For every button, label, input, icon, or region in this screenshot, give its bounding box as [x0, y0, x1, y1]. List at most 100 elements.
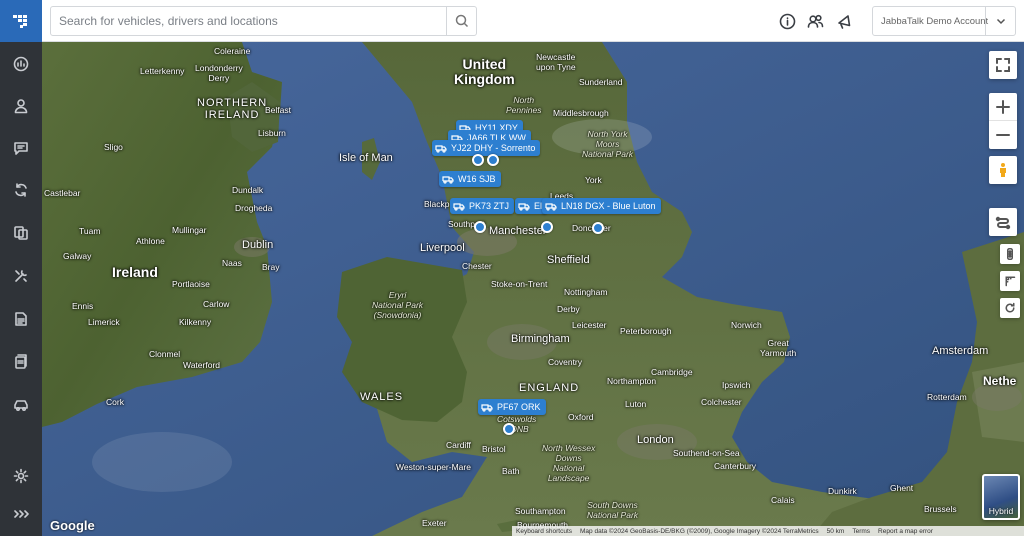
label-wales: WALES — [360, 391, 404, 403]
sidebar-item-reports[interactable] — [0, 302, 42, 336]
refresh-button[interactable] — [1000, 298, 1020, 318]
map-footer: Keyboard shortcuts Map data ©2024 GeoBas… — [512, 526, 1024, 536]
expand-icon — [14, 510, 29, 518]
plus-icon — [996, 99, 1010, 114]
label-netherlands: Nethe — [983, 374, 1017, 388]
map-canvas[interactable]: United Kingdom NORTHERN IRELAND Ireland … — [42, 42, 1024, 536]
van-icon — [435, 145, 447, 153]
zoom-out-button[interactable] — [989, 121, 1017, 149]
label-tuam: Tuam — [79, 226, 101, 236]
tools-icon — [15, 270, 27, 282]
label-manchester: Manchester — [489, 225, 547, 237]
announcements-button[interactable] — [834, 11, 854, 31]
route-button[interactable] — [989, 208, 1017, 236]
label-galway: Galway — [63, 251, 92, 261]
keyboard-shortcuts-link[interactable]: Keyboard shortcuts — [512, 528, 576, 535]
label-north-york-moors: North York Moors National Park — [582, 129, 634, 159]
zoom-in-button[interactable] — [989, 93, 1017, 121]
info-button[interactable] — [777, 11, 797, 31]
vehicle-pin[interactable] — [474, 221, 486, 233]
label-naas: Naas — [222, 258, 242, 268]
label-oxford: Oxford — [568, 412, 594, 422]
report-error-link[interactable]: Report a map error — [874, 528, 937, 535]
vehicle-pin[interactable] — [487, 154, 499, 166]
map-type-toggle[interactable]: Hybrid — [982, 474, 1020, 520]
vehicle-label[interactable]: PF67 ORK — [478, 399, 546, 415]
users-button[interactable] — [805, 11, 825, 31]
label-sheffield: Sheffield — [547, 254, 590, 266]
label-dundalk: Dundalk — [232, 185, 264, 195]
vehicle-pin[interactable] — [472, 154, 484, 166]
reports-icon — [15, 312, 27, 326]
sidebar-item-dashboard[interactable] — [0, 47, 42, 81]
vehicle-label[interactable]: LN18 DGX - Blue Luton — [542, 198, 661, 214]
app-logo[interactable] — [0, 0, 42, 42]
label-southend: Southend-on-Sea — [673, 448, 740, 458]
dashboard-icon — [13, 56, 29, 72]
sidebar-item-tools[interactable] — [0, 259, 42, 293]
sidebar-expand-button[interactable] — [0, 497, 42, 531]
scale-bar[interactable]: 50 km — [823, 528, 849, 535]
sidebar-item-settings[interactable] — [0, 459, 42, 493]
vehicle-pin[interactable] — [503, 423, 515, 435]
vehicles-icon — [14, 400, 28, 412]
sidebar-item-vehicles[interactable] — [0, 388, 42, 422]
label-mullingar: Mullingar — [172, 225, 207, 235]
label-united-kingdom: United Kingdom — [454, 56, 515, 87]
account-selector[interactable]: JabbaTalk Demo Account — [872, 6, 1016, 36]
fullscreen-button[interactable] — [989, 51, 1017, 79]
documents-icon — [14, 226, 28, 240]
traffic-button[interactable] — [1000, 244, 1020, 264]
label-letterkenny: Letterkenny — [140, 66, 185, 76]
route-icon — [995, 216, 1011, 230]
info-icon — [779, 13, 795, 29]
label-ireland: Ireland — [112, 264, 158, 280]
van-icon — [481, 404, 493, 412]
fullscreen-icon — [996, 58, 1010, 72]
label-liverpool: Liverpool — [420, 242, 465, 254]
account-dropdown-toggle[interactable] — [985, 7, 1015, 35]
label-luton: Luton — [625, 399, 647, 409]
terms-link[interactable]: Terms — [848, 528, 874, 535]
label-bath: Bath — [502, 466, 520, 476]
label-athlone: Athlone — [136, 236, 165, 246]
sidebar-item-documents[interactable] — [0, 216, 42, 250]
label-newcastle: Newcastle upon Tyne — [536, 52, 576, 72]
label-leicester: Leicester — [572, 320, 607, 330]
vehicle-label[interactable]: YJ22 DHY - Sorrento — [432, 140, 541, 156]
label-peterborough: Peterborough — [620, 326, 672, 336]
vehicle-pin[interactable] — [592, 222, 604, 234]
label-snowdonia: Eryri National Park (Snowdonia) — [372, 290, 424, 320]
label-south-downs: South Downs National Park — [587, 500, 639, 520]
sidebar-item-sync[interactable] — [0, 173, 42, 207]
label-bray: Bray — [262, 262, 280, 272]
vehicle-pin[interactable] — [541, 221, 553, 233]
label-brussels: Brussels — [924, 504, 957, 514]
measure-button[interactable] — [1000, 271, 1020, 291]
search-button[interactable] — [446, 7, 476, 35]
label-castlebar: Castlebar — [44, 188, 81, 198]
label-ghent: Ghent — [890, 483, 914, 493]
search-icon — [455, 14, 468, 28]
label-ipswich: Ipswich — [722, 380, 751, 390]
files-icon — [15, 354, 27, 369]
sidebar-item-files[interactable] — [0, 345, 42, 379]
street-view-button[interactable] — [989, 156, 1017, 184]
search-input[interactable] — [51, 7, 447, 35]
van-icon — [453, 203, 465, 211]
label-england: ENGLAND — [519, 382, 580, 394]
label-londonderry: Londonderry Derry — [195, 63, 243, 83]
vehicle-label[interactable]: W16 SJB — [439, 171, 501, 187]
sidebar-item-drivers[interactable] — [0, 89, 42, 123]
label-belfast: Belfast — [265, 105, 291, 115]
label-northampton: Northampton — [607, 376, 657, 386]
driver-icon — [14, 99, 28, 114]
van-icon — [442, 176, 454, 184]
label-north-wessex: North Wessex Downs National Landscape — [542, 443, 596, 483]
label-sligo: Sligo — [104, 142, 123, 152]
vehicle-label[interactable]: PK73 ZTJ — [450, 198, 515, 214]
label-chester: Chester — [462, 261, 492, 271]
label-cork: Cork — [106, 397, 124, 407]
minus-icon — [996, 134, 1010, 136]
sidebar-item-messages[interactable] — [0, 131, 42, 165]
